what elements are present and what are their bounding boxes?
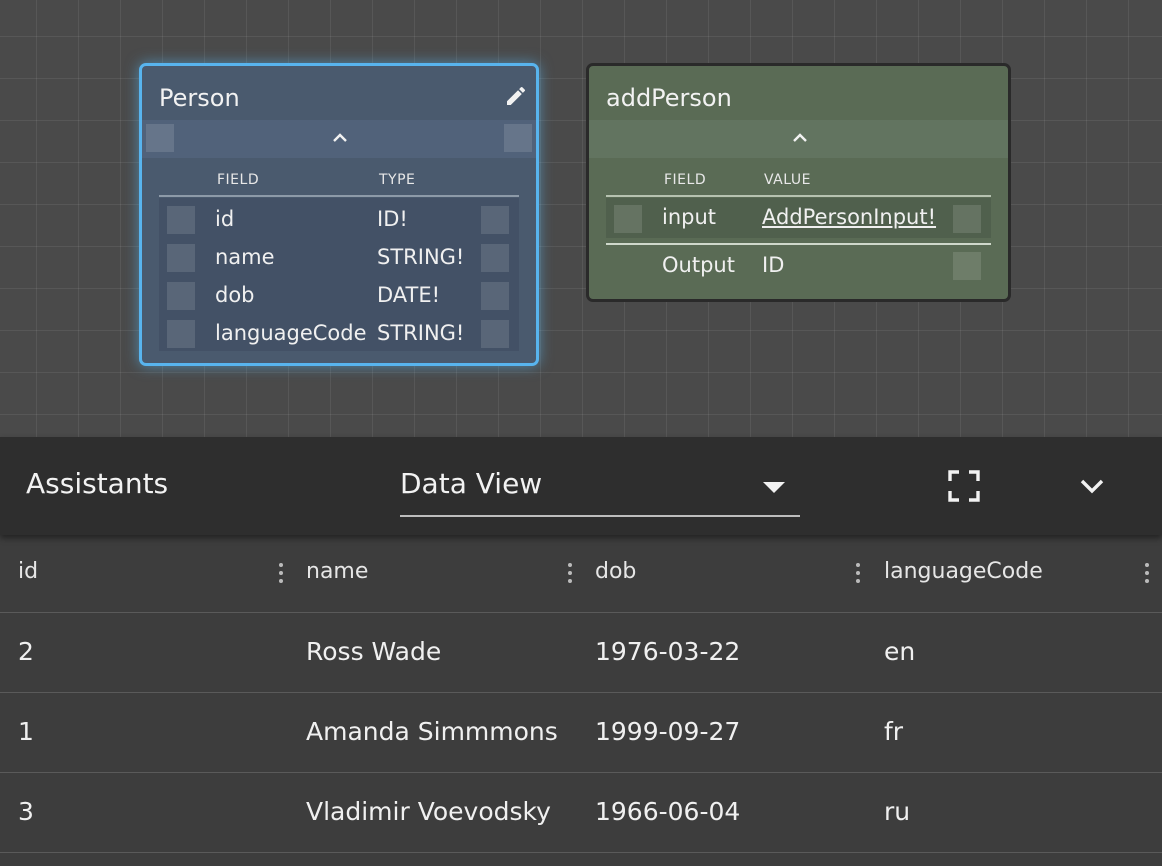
cell-dob: 1966-06-04 [595,797,741,826]
output-port[interactable] [953,252,981,280]
field-type: ID! [377,207,408,231]
argument-row: input AddPersonInput! [606,200,991,238]
column-header-type: TYPE [379,172,416,188]
view-select-value: Data View [400,467,543,500]
divider [606,195,991,197]
table-row[interactable]: 1 Amanda Simmmons 1999-09-27 fr [0,693,1162,773]
field-output-port[interactable] [481,282,509,310]
output-type: ID [762,253,785,277]
field-table: FIELD VALUE input AddPersonInput! Output… [606,172,991,292]
cell-name: Ross Wade [306,637,442,666]
argument-type-link[interactable]: AddPersonInput! [762,205,936,229]
field-name: name [215,245,275,269]
field-table: FIELD TYPE id ID! name STRING! dob DATE! [159,172,519,352]
field-row: dob DATE! [159,278,519,316]
graph-canvas[interactable]: Person FIELD TYPE id ID! name STRING! do… [0,0,1162,437]
collapse-bar[interactable] [142,120,536,158]
column-menu-icon[interactable] [565,561,575,587]
column-header-id[interactable]: id [0,535,289,612]
column-menu-icon[interactable] [1142,561,1152,587]
table-row[interactable]: 2 Ross Wade 1976-03-22 en [0,613,1162,693]
argument-output-port[interactable] [953,205,981,233]
field-type: STRING! [377,321,465,345]
edit-icon[interactable] [504,84,528,108]
assistants-panel-header: Assistants Data View [0,437,1162,535]
field-name: dob [215,283,255,307]
column-menu-icon[interactable] [853,561,863,587]
cell-name: Amanda Simmmons [306,717,558,746]
output-row: Output ID [606,248,991,286]
field-input-port[interactable] [167,244,195,272]
cell-id: 1 [18,717,34,746]
table-row[interactable]: 3 Vladimir Voevodsky 1966-06-04 ru [0,773,1162,853]
column-header-field: FIELD [217,172,260,188]
column-menu-icon[interactable] [276,561,286,587]
field-type: STRING! [377,245,465,269]
chevron-up-icon[interactable] [330,128,350,148]
dropdown-arrow-icon [763,482,785,493]
add-person-node[interactable]: addPerson FIELD VALUE input AddPersonInp… [586,63,1011,302]
cell-id: 3 [18,797,34,826]
table-header: id name dob languageCode [0,535,1162,613]
column-header-name[interactable]: name [289,535,578,612]
cell-languagecode: ru [884,797,911,826]
column-header-value: VALUE [764,172,811,188]
argument-input-port[interactable] [614,205,642,233]
chevron-down-icon[interactable] [1072,466,1112,506]
column-label: name [306,559,369,584]
output-label: Output [662,253,735,277]
column-header-field: FIELD [664,172,707,188]
fullscreen-icon[interactable] [944,466,984,506]
chevron-up-icon[interactable] [790,128,810,148]
node-title: addPerson [606,84,732,112]
column-header-dob[interactable]: dob [578,535,867,612]
cell-id: 2 [18,637,34,666]
column-label: id [18,559,39,584]
divider [159,195,519,197]
field-output-port[interactable] [481,320,509,348]
field-input-port[interactable] [167,282,195,310]
field-output-port[interactable] [481,206,509,234]
cell-languagecode: en [884,637,916,666]
field-row: name STRING! [159,240,519,278]
argument-name: input [662,205,717,229]
column-header-languagecode[interactable]: languageCode [867,535,1162,612]
field-type: DATE! [377,283,441,307]
cell-dob: 1976-03-22 [595,637,741,666]
panel-title: Assistants [26,467,169,500]
field-name: id [215,207,235,231]
cell-name: Vladimir Voevodsky [306,797,551,826]
input-port[interactable] [146,124,174,152]
field-input-port[interactable] [167,206,195,234]
column-label: dob [595,559,637,584]
field-row: id ID! [159,202,519,240]
data-table: id name dob languageCode 2 Ross Wade 197… [0,535,1162,866]
field-input-port[interactable] [167,320,195,348]
field-row: languageCode STRING! [159,316,519,354]
column-label: languageCode [884,559,1043,584]
view-select[interactable]: Data View [400,461,800,517]
field-output-port[interactable] [481,244,509,272]
person-node[interactable]: Person FIELD TYPE id ID! name STRING! do… [139,63,539,366]
cell-dob: 1999-09-27 [595,717,741,746]
divider [606,243,991,245]
collapse-bar[interactable] [589,120,1008,158]
field-name: languageCode [215,321,367,345]
output-port[interactable] [504,124,532,152]
node-title: Person [159,84,240,112]
cell-languagecode: fr [884,717,904,746]
